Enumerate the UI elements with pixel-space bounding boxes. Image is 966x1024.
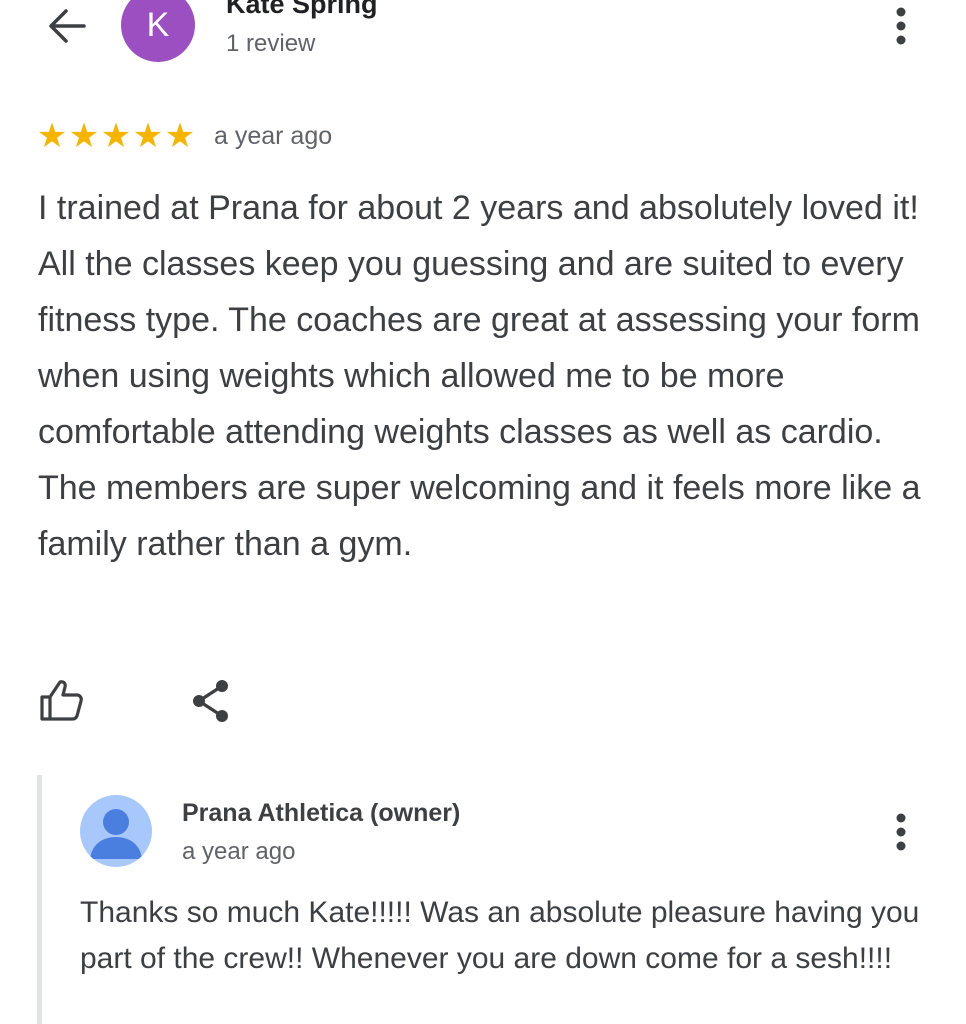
star-rating: ★ ★ ★ ★ ★ [36, 118, 196, 154]
star-icon: ★ [36, 116, 68, 156]
share-icon [193, 680, 228, 722]
thumb-up-icon [40, 680, 83, 721]
avatar-letter: K [146, 5, 170, 44]
review-text: I trained at Prana for about 2 years and… [38, 189, 921, 563]
arrow-back-icon [49, 9, 86, 43]
star-icon: ★ [100, 116, 132, 156]
share-button[interactable] [184, 676, 238, 726]
star-icon: ★ [68, 116, 100, 156]
reply-more-options-button[interactable] [878, 808, 924, 856]
review-count: 1 review [226, 30, 316, 57]
more-options-button[interactable] [878, 4, 924, 48]
owner-reply-text: Thanks so much Kate!!!!! Was an absolute… [80, 896, 920, 975]
star-icon: ★ [132, 116, 164, 156]
back-button[interactable] [36, 0, 96, 52]
more-vert-icon [896, 813, 906, 851]
owner-name: Prana Athletica (owner) [182, 799, 461, 827]
reviewer-name[interactable]: Kate Spring [226, 0, 378, 20]
star-icon: ★ [164, 116, 196, 156]
like-button[interactable] [34, 676, 88, 724]
reviewer-avatar[interactable]: K [121, 0, 195, 62]
owner-avatar[interactable] [80, 795, 152, 867]
owner-reply-time: a year ago [182, 838, 296, 865]
reply-divider [37, 775, 42, 1024]
review-time: a year ago [214, 122, 333, 150]
default-person-avatar-icon [90, 809, 142, 859]
more-vert-icon [896, 7, 906, 45]
